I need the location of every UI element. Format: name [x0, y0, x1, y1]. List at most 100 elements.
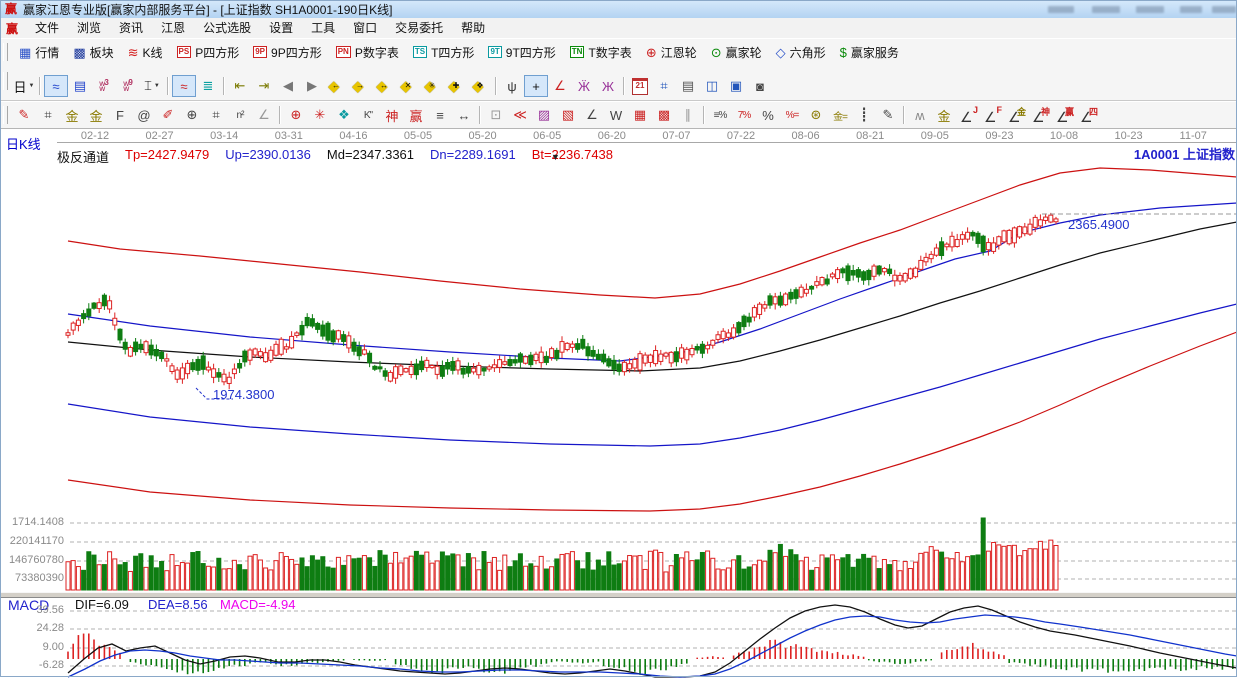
titlebar-control[interactable] — [1212, 6, 1236, 13]
fan-square-button[interactable]: ▧ — [556, 104, 580, 126]
red-web-button[interactable]: ▦ — [628, 104, 652, 126]
spiral-button[interactable]: @ — [132, 104, 156, 126]
star-rays-button[interactable]: ✳ — [308, 104, 332, 126]
percent-line-button[interactable]: %= — [780, 104, 804, 126]
diamond-plus-button[interactable]: ◆ ✚ — [444, 75, 468, 97]
gold-grid-b-button[interactable]: 金 — [84, 104, 108, 126]
menu-item-设置[interactable]: 设置 — [260, 18, 302, 38]
titlebar-control[interactable] — [1180, 6, 1202, 13]
nine-p-square-button[interactable]: 9P 9P四方形 — [246, 42, 328, 63]
period-day-button[interactable]: 日 ▼ — [12, 75, 36, 97]
seven-percent-button[interactable]: 7% — [732, 104, 756, 126]
tick-ruler-button[interactable]: ┋ — [852, 104, 876, 126]
j-angle-button[interactable]: ∠ J — [956, 104, 980, 126]
shen-angle-button[interactable]: ∠ 神 — [1028, 104, 1052, 126]
toolbar-grip[interactable] — [3, 43, 8, 61]
parallel-lines-button[interactable]: ∥ — [676, 104, 700, 126]
zigzag-wave-button[interactable]: W — [604, 104, 628, 126]
pen-tool-button[interactable]: ✎ — [12, 104, 36, 126]
pan-hand-button[interactable]: ψ — [500, 75, 524, 97]
p-number-table-button[interactable]: PN P数字表 — [329, 42, 406, 63]
k-marks-button[interactable]: K" — [356, 104, 380, 126]
fan-lines-button[interactable]: ∠ — [252, 104, 276, 126]
toolbar-grip[interactable] — [3, 106, 8, 124]
kline-chart-button[interactable]: ≋ K线 — [121, 42, 170, 63]
a-wave-button[interactable]: ʍ — [908, 104, 932, 126]
winner-wheel-button[interactable]: ⊙ 赢家轮 — [704, 42, 769, 63]
time-grid-button[interactable]: ⌗ — [36, 104, 60, 126]
gold-circle-button[interactable]: ⊛ — [804, 104, 828, 126]
ying-angle-button[interactable]: ∠ 赢 — [1052, 104, 1076, 126]
gann-wheel-button[interactable]: ⊕ 江恩轮 — [639, 42, 704, 63]
memo-button[interactable]: ▤ — [68, 75, 92, 97]
period-label[interactable]: 日K线 — [6, 134, 41, 153]
menu-item-浏览[interactable]: 浏览 — [68, 18, 110, 38]
web-grid-button[interactable]: ❖ — [332, 104, 356, 126]
gann-tool-b-button[interactable]: Ж — [596, 75, 620, 97]
save-disk-button[interactable]: ◫ — [700, 75, 724, 97]
pen-black-button[interactable]: ✎ — [876, 104, 900, 126]
sector-board-button[interactable]: ▩ 板块 — [66, 42, 120, 63]
candle-style-button[interactable]: ⌶ ▼ — [140, 75, 164, 97]
menu-item-帮助[interactable]: 帮助 — [452, 18, 494, 38]
prev-bar-button[interactable]: ◀ — [276, 75, 300, 97]
gann-tool-a-button[interactable]: Ӝ — [572, 75, 596, 97]
shen-grid-button[interactable]: 神 — [380, 104, 404, 126]
width-measure-button[interactable]: ↔ — [452, 104, 476, 126]
box-select-button[interactable]: ⊡ — [484, 104, 508, 126]
menu-item-交易委托[interactable]: 交易委托 — [386, 18, 452, 38]
titlebar-control[interactable] — [1092, 6, 1120, 13]
angle-tool-button[interactable]: ∠ — [548, 75, 572, 97]
p-square-button[interactable]: PS P四方形 — [170, 42, 247, 63]
calendar-button[interactable]: 21 — [628, 75, 652, 97]
price-ladder-button[interactable]: ≡ — [428, 104, 452, 126]
trend-rays-button[interactable]: ∠ — [580, 104, 604, 126]
ying-grid-button[interactable]: 赢 — [404, 104, 428, 126]
camera-button[interactable]: ◙ — [748, 75, 772, 97]
wave-9-button[interactable]: ʬ9 — [116, 75, 140, 97]
t-number-table-button[interactable]: TN T数字表 — [563, 42, 639, 63]
menu-item-文件[interactable]: 文件 — [26, 18, 68, 38]
titlebar[interactable]: 赢 赢家江恩专业版[赢家内部服务平台] - [上证指数 SH1A0001-190… — [0, 0, 1237, 18]
diamond-star-button[interactable]: ◆ ✳ — [420, 75, 444, 97]
titlebar-control[interactable] — [1048, 6, 1074, 13]
fan-box-button[interactable]: ▨ — [532, 104, 556, 126]
menu-item-江恩[interactable]: 江恩 — [152, 18, 194, 38]
sketch-red-button[interactable]: ≈ — [172, 75, 196, 97]
next-bar-button[interactable]: ▶ — [300, 75, 324, 97]
pen-ruler-button[interactable]: ✐ — [156, 104, 180, 126]
gann-circle-grid-button[interactable]: ⊕ — [180, 104, 204, 126]
nine-t-square-button[interactable]: 9T 9T四方形 — [481, 42, 562, 63]
n2-grid-button[interactable]: n² — [228, 104, 252, 126]
market-quotes-button[interactable]: ▦ 行情 — [12, 42, 66, 63]
gold-angle-button[interactable]: ∠ 金 — [1004, 104, 1028, 126]
percent-button[interactable]: % — [756, 104, 780, 126]
gold-grid-a-button[interactable]: 金 — [60, 104, 84, 126]
toolbar-grip[interactable] — [3, 71, 8, 90]
compass-button[interactable]: ⊕ — [284, 104, 308, 126]
diamond-h-button[interactable]: ◆ ↔ — [372, 75, 396, 97]
histogram-button[interactable]: ≣ — [196, 75, 220, 97]
titlebar-control[interactable] — [1136, 6, 1164, 13]
f-angle-button[interactable]: ∠ F — [980, 104, 1004, 126]
ray-fan-red-button[interactable]: ≪ — [508, 104, 532, 126]
last-bar-button[interactable]: ⇥ — [252, 75, 276, 97]
calculator-button[interactable]: ⌗ — [652, 75, 676, 97]
channel-name[interactable]: 极反通道 — [57, 147, 109, 166]
symbol-label[interactable]: 1A0001 上证指数 — [1134, 144, 1235, 163]
menu-item-工具[interactable]: 工具 — [302, 18, 344, 38]
diamond-left-button[interactable]: ◆ ← — [324, 75, 348, 97]
f-grid-button[interactable]: F — [108, 104, 132, 126]
percent-ladder-button[interactable]: ≡% — [708, 104, 732, 126]
hash-grid-button[interactable]: ⌗ — [204, 104, 228, 126]
si-angle-button[interactable]: ∠ 四 — [1076, 104, 1100, 126]
diamond-right-button[interactable]: ◆ → — [348, 75, 372, 97]
menu-item-公式选股[interactable]: 公式选股 — [194, 18, 260, 38]
crosshair-button[interactable]: + — [524, 75, 548, 97]
snapshot-button[interactable]: ▣ — [724, 75, 748, 97]
menu-item-资讯[interactable]: 资讯 — [110, 18, 152, 38]
hexagon-button[interactable]: ◇ 六角形 — [769, 42, 833, 63]
winner-service-button[interactable]: $ 赢家服务 — [833, 42, 906, 63]
wave-3-button[interactable]: ʬ3 — [92, 75, 116, 97]
gold-level-button[interactable]: 金= — [828, 104, 852, 126]
